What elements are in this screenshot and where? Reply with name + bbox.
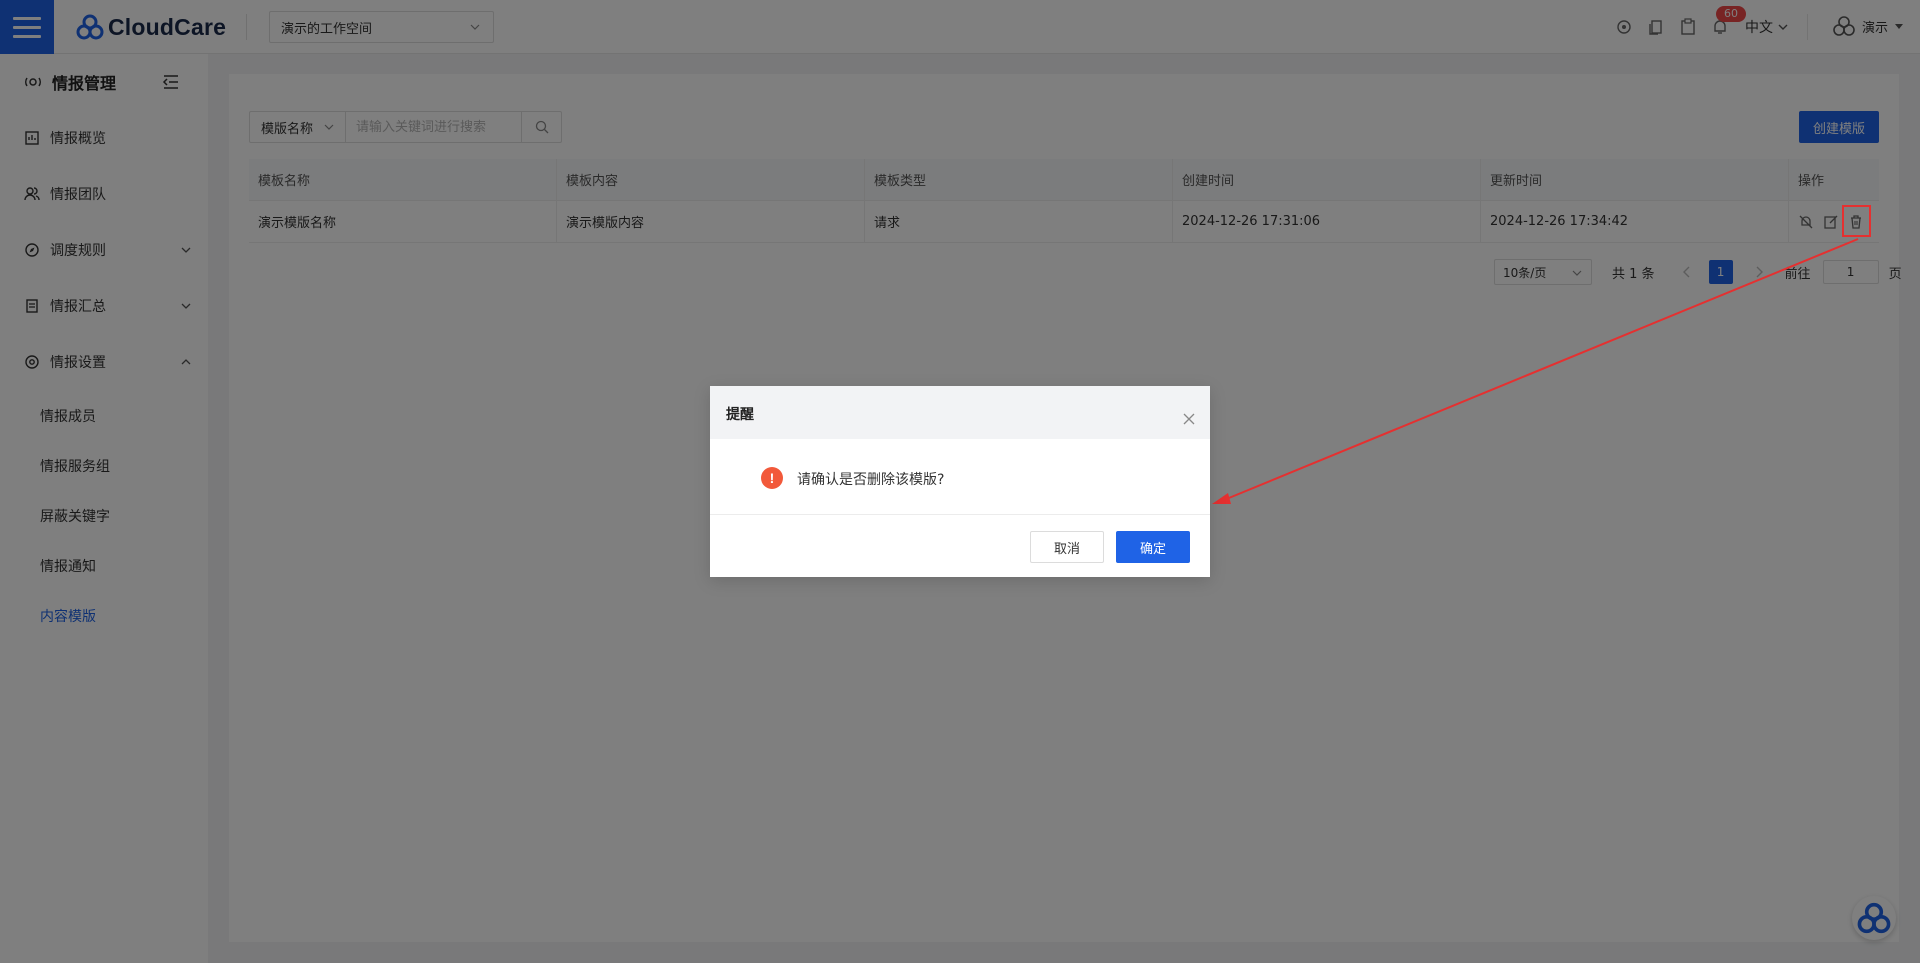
dialog-footer: 取消 确定 [710, 515, 1210, 577]
confirm-button[interactable]: 确定 [1116, 531, 1190, 563]
close-icon[interactable] [1182, 412, 1196, 426]
warning-icon: ! [761, 467, 783, 489]
confirm-dialog: 提醒 ! 请确认是否删除该模版? 取消 确定 [710, 386, 1210, 577]
dialog-body: ! 请确认是否删除该模版? [710, 439, 1210, 515]
dialog-header: 提醒 [710, 386, 1210, 439]
cancel-button[interactable]: 取消 [1030, 531, 1104, 563]
delete-highlight-box [1842, 205, 1871, 237]
dialog-title: 提醒 [726, 407, 754, 423]
dialog-message: 请确认是否删除该模版? [797, 472, 945, 488]
